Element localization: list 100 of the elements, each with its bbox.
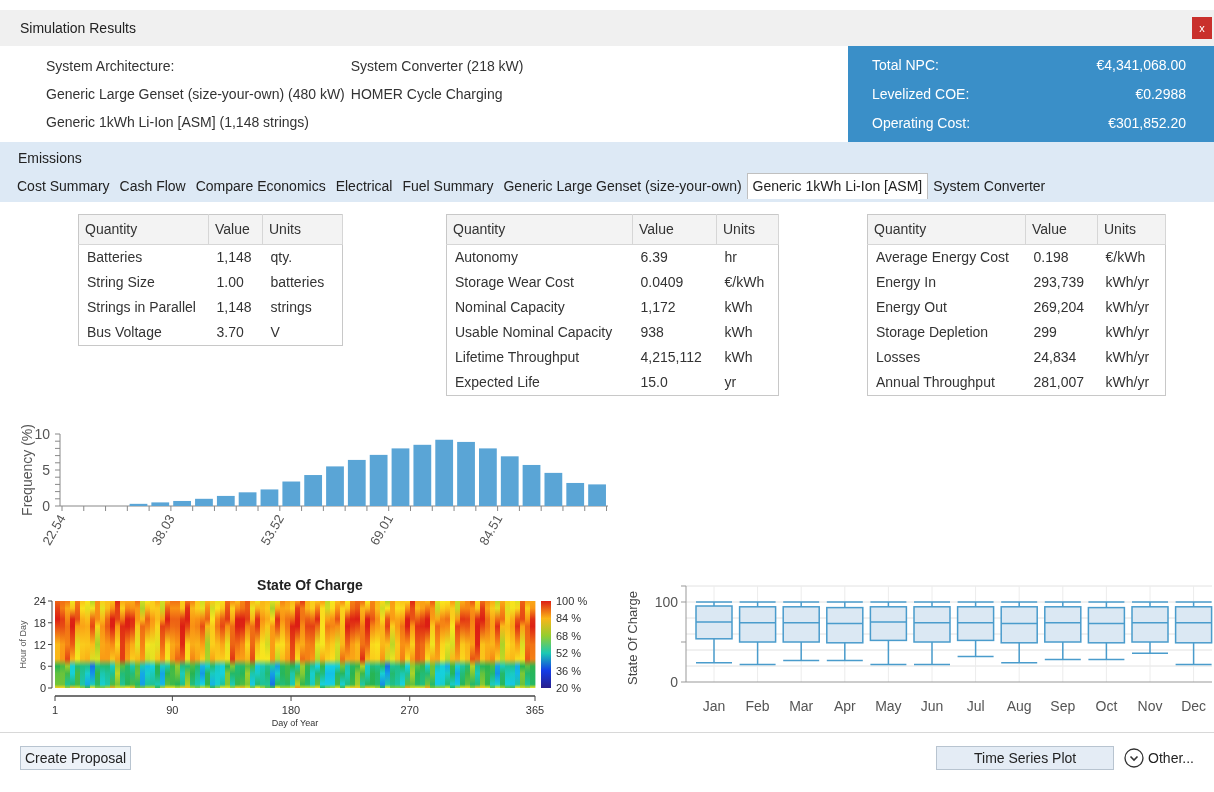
table-cell: Energy Out — [867, 295, 1026, 320]
color-scale-label: 20 % — [556, 682, 582, 694]
y-tick-label: 10 — [34, 426, 50, 442]
box-plot — [1087, 601, 1126, 661]
table-cell-text: 1,148 — [215, 298, 253, 317]
histogram-bar — [457, 441, 475, 506]
x-tick-label: Apr — [833, 698, 856, 714]
y-tick-label: 12 — [33, 638, 46, 651]
table-cell: 281,007 — [1025, 370, 1098, 396]
column-header[interactable]: Quantity — [78, 214, 209, 245]
y-axis-title: Frequency (%) — [19, 424, 35, 516]
table-cell-text: 269,204 — [1032, 298, 1086, 317]
summary-label: Total NPC: — [872, 55, 939, 75]
table-cell: Strings in Parallel — [78, 295, 209, 320]
box-plot — [826, 601, 864, 662]
summary-value: €301,852.20 — [1108, 113, 1186, 133]
table-cell: Losses — [867, 345, 1026, 370]
histogram-bar — [588, 484, 606, 506]
create-proposal-button[interactable]: Create Proposal — [20, 746, 132, 770]
color-scale-label: 52 % — [556, 647, 582, 660]
color-scale-label: 100 % — [556, 595, 588, 607]
table-cell-text: 4,215,112 — [639, 348, 703, 367]
x-tick-label: Oct — [1095, 698, 1118, 714]
histogram-bar — [129, 503, 148, 506]
tab[interactable]: Fuel Summary — [397, 173, 499, 199]
column-header[interactable]: Units — [262, 214, 343, 245]
table-cell: batteries — [262, 270, 343, 295]
column-header[interactable]: Units — [1097, 214, 1166, 245]
table-cell: strings — [262, 295, 343, 320]
box-plot — [1000, 601, 1038, 664]
x-axis-title: Day of Year — [271, 718, 319, 728]
time-series-plot-button[interactable]: Time Series Plot — [936, 746, 1115, 770]
histogram-bar — [151, 502, 170, 506]
table-cell: kWh/yr — [1097, 370, 1166, 396]
table-cell: kWh — [716, 320, 779, 345]
histogram-bar — [173, 500, 191, 506]
table-cell: Batteries — [78, 244, 209, 270]
histogram-bar — [544, 472, 563, 506]
histogram-bar — [435, 439, 454, 506]
table-cell: qty. — [262, 244, 343, 270]
table-cell: Nominal Capacity — [446, 295, 633, 320]
tab[interactable]: Cash Flow — [114, 173, 191, 199]
table-cell: V — [262, 320, 343, 346]
column-header[interactable]: Units — [716, 214, 779, 245]
tab[interactable]: Electrical — [330, 173, 398, 199]
column-header[interactable]: Quantity — [867, 214, 1026, 245]
table-cell: Energy In — [867, 270, 1026, 295]
table-cell: Autonomy — [446, 244, 633, 270]
other-button[interactable]: Other... — [1124, 746, 1194, 770]
column-header[interactable]: Value — [208, 214, 263, 245]
y-tick-label: 6 — [39, 660, 46, 673]
tab[interactable]: Generic 1kWh Li-Ion [ASM] — [746, 173, 929, 199]
x-tick-label: Feb — [745, 698, 770, 714]
column-header[interactable]: Value — [1025, 214, 1098, 245]
summary-value: €0.2988 — [1135, 84, 1186, 104]
table-cell: 15.0 — [632, 370, 717, 396]
table-cell: 6.39 — [632, 244, 717, 270]
y-axis-title: State Of Charge — [625, 591, 640, 685]
table-cell: Usable Nominal Capacity — [446, 320, 633, 345]
histogram-bar — [195, 498, 213, 506]
y-tick-label: 0 — [670, 674, 678, 690]
x-tick-label: Jun — [920, 698, 944, 714]
histogram-bar — [326, 466, 344, 506]
y-tick-label: 18 — [33, 616, 46, 629]
table-cell-text: 1.00 — [215, 273, 245, 292]
table-cell: Bus Voltage — [78, 320, 209, 346]
summary-value: €4,341,068.00 — [1096, 55, 1186, 75]
table-cell: Expected Life — [446, 370, 633, 396]
tab[interactable]: Generic Large Genset (size-your-own) — [498, 173, 747, 199]
y-tick-label: 0 — [39, 682, 46, 694]
histogram-bar — [304, 475, 323, 506]
y-axis-title: Hour of Day — [18, 620, 28, 669]
tab[interactable]: Emissions — [12, 148, 88, 169]
table-cell: yr — [716, 370, 779, 396]
column-header[interactable]: Value — [632, 214, 717, 245]
chevron-down-icon — [1124, 748, 1145, 768]
histogram-bar — [282, 481, 301, 506]
table-cell-text: 24,834 — [1032, 348, 1078, 367]
y-tick-label: 5 — [42, 462, 50, 478]
x-tick-label: Nov — [1137, 698, 1163, 714]
box-plot — [782, 601, 820, 662]
histogram-bar — [391, 448, 410, 506]
table-cell: kWh/yr — [1097, 270, 1166, 295]
x-tick-label: May — [875, 698, 902, 714]
table-cell: 0.198 — [1025, 244, 1098, 270]
architecture-item: Generic 1kWh Li-Ion [ASM] (1,148 strings) — [46, 112, 310, 132]
close-button[interactable]: x — [1192, 17, 1212, 39]
tab[interactable]: System Converter — [928, 173, 1051, 199]
table-cell: kWh — [716, 345, 779, 370]
table-cell: Storage Depletion — [867, 320, 1026, 345]
column-header[interactable]: Quantity — [446, 214, 633, 245]
box-plot — [695, 601, 733, 664]
tab[interactable]: Compare Economics — [190, 173, 331, 199]
architecture-item: Generic Large Genset (size-your-own) (480 kW) — [46, 84, 345, 104]
table-cell: kWh/yr — [1097, 345, 1166, 370]
x-tick-label: Jul — [966, 698, 985, 714]
table-cell: kWh/yr — [1097, 295, 1166, 320]
tab[interactable]: Cost Summary — [12, 173, 115, 199]
histogram-bar — [347, 459, 366, 506]
x-tick-label: 90 — [166, 704, 179, 716]
